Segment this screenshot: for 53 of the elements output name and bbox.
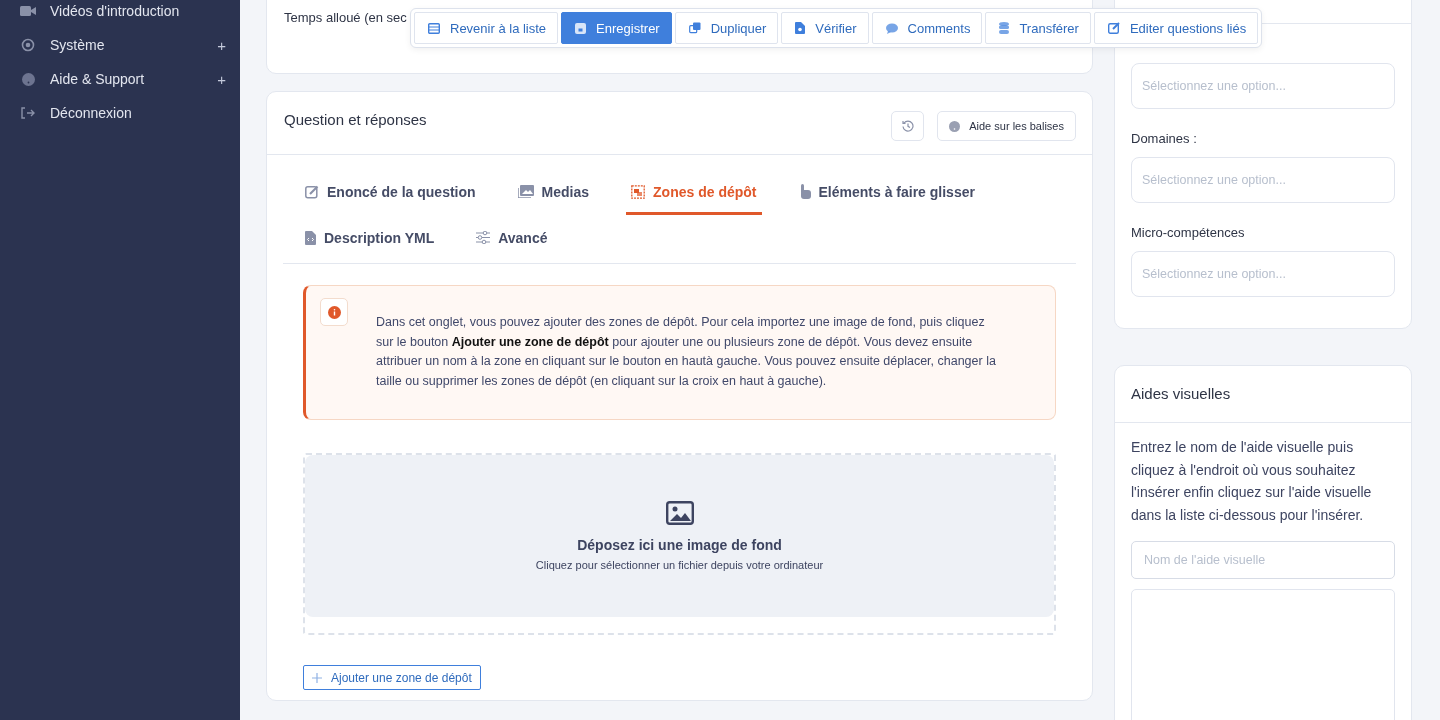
sidebar-item[interactable]: Déconnexion [0,96,240,130]
video-camera-icon [20,5,36,17]
field-label: Temps alloué (en sec [284,10,407,25]
drop-zone-icon [631,184,646,199]
target-icon [21,38,35,52]
copy-icon [688,22,701,34]
sidebar-item[interactable]: Vidéos d'introduction [0,0,240,28]
field-label: Domaines : [1131,131,1198,146]
logout-icon [21,107,35,119]
history-button[interactable] [891,111,925,141]
edit-icon [1107,22,1120,34]
tab[interactable]: Enoncé de la question [300,171,481,215]
toolbar-button[interactable]: Revenir à la liste [414,12,559,44]
card-title: Question et réponses [284,111,427,128]
database-icon [999,22,1010,34]
toolbar-button[interactable]: Comments [871,12,983,44]
sliders-icon [476,231,491,244]
select-field[interactable]: Sélectionnez une option... [1131,63,1395,109]
sidebar-item[interactable]: Système + [0,28,240,62]
help-button[interactable]: Aide sur les balises [937,111,1076,141]
toolbar-button[interactable]: Dupliquer [674,12,779,44]
tab[interactable]: Eléments à faire glisser [793,171,980,215]
image-dropzone[interactable]: Déposez ici une image de fond Cliquez pour sélectionner un fichier depuis votre ordinateur [305,455,1054,617]
tab[interactable]: Avancé [471,215,553,263]
history-icon [901,120,914,132]
field-label: Micro-compétences [1131,225,1246,240]
sidebar-item[interactable]: Aide & Support + [0,62,240,96]
tab[interactable]: Medias [512,171,595,215]
code-file-icon [305,230,316,245]
tab[interactable]: Zones de dépôt [626,171,762,215]
toolbar-button[interactable]: Enregistrer [561,12,672,44]
dropzone-title: Déposez ici une image de fond [577,537,782,553]
tab[interactable]: Description YML [300,215,440,263]
select-field[interactable]: Sélectionnez une option... [1131,251,1395,297]
comment-icon [885,22,898,34]
list-icon [428,22,440,34]
dropzone-hint: Cliquez pour sélectionner un fichier depuis votre ordinateur [535,559,824,571]
image-icon [517,185,534,198]
description-text: Entrez le nom de l'aide visuelle puis cliquez à l'endroit où vous souhaitez l'insérer enfin cliquez sur l'aide visuelle dans la liste ci-dessous pour l'insérer. [1131,438,1373,525]
image-icon [665,501,694,525]
toolbar-button[interactable]: Vérifier [781,12,869,44]
card-title: Aides visuelles [1131,385,1231,402]
toolbar-button[interactable]: Transférer [985,12,1091,44]
add-zone-button[interactable]: Ajouter une zone de dépôt [303,665,481,690]
name-field[interactable]: Nom de l'aide visuelle [1131,541,1395,579]
pointer-hand-icon [798,184,811,199]
edit-icon [305,184,319,199]
info-icon [327,305,341,319]
save-icon [575,22,587,34]
plus-icon [312,672,322,683]
toolbar-button[interactable]: Editer questions liés [1093,12,1259,44]
select-field[interactable]: Sélectionnez une option... [1131,157,1395,203]
info-text: Dans cet onglet, vous pouvez ajouter des zones de dépôt. Pour cela importez une image de fond, puis cliquez sur le bouton Ajouter une zone de dépôt pour ajouter une ou plusieurs zone de dépôt. Vous devez ensuite attribuer un nom à la zone en cliquant sur le bouton en hautà gauche. Vous pouvez ensuite déplacer, changer la taille ou supprimer les zones de dépôt (en cliquant sur la croix en haut à gauche). [376,314,997,390]
